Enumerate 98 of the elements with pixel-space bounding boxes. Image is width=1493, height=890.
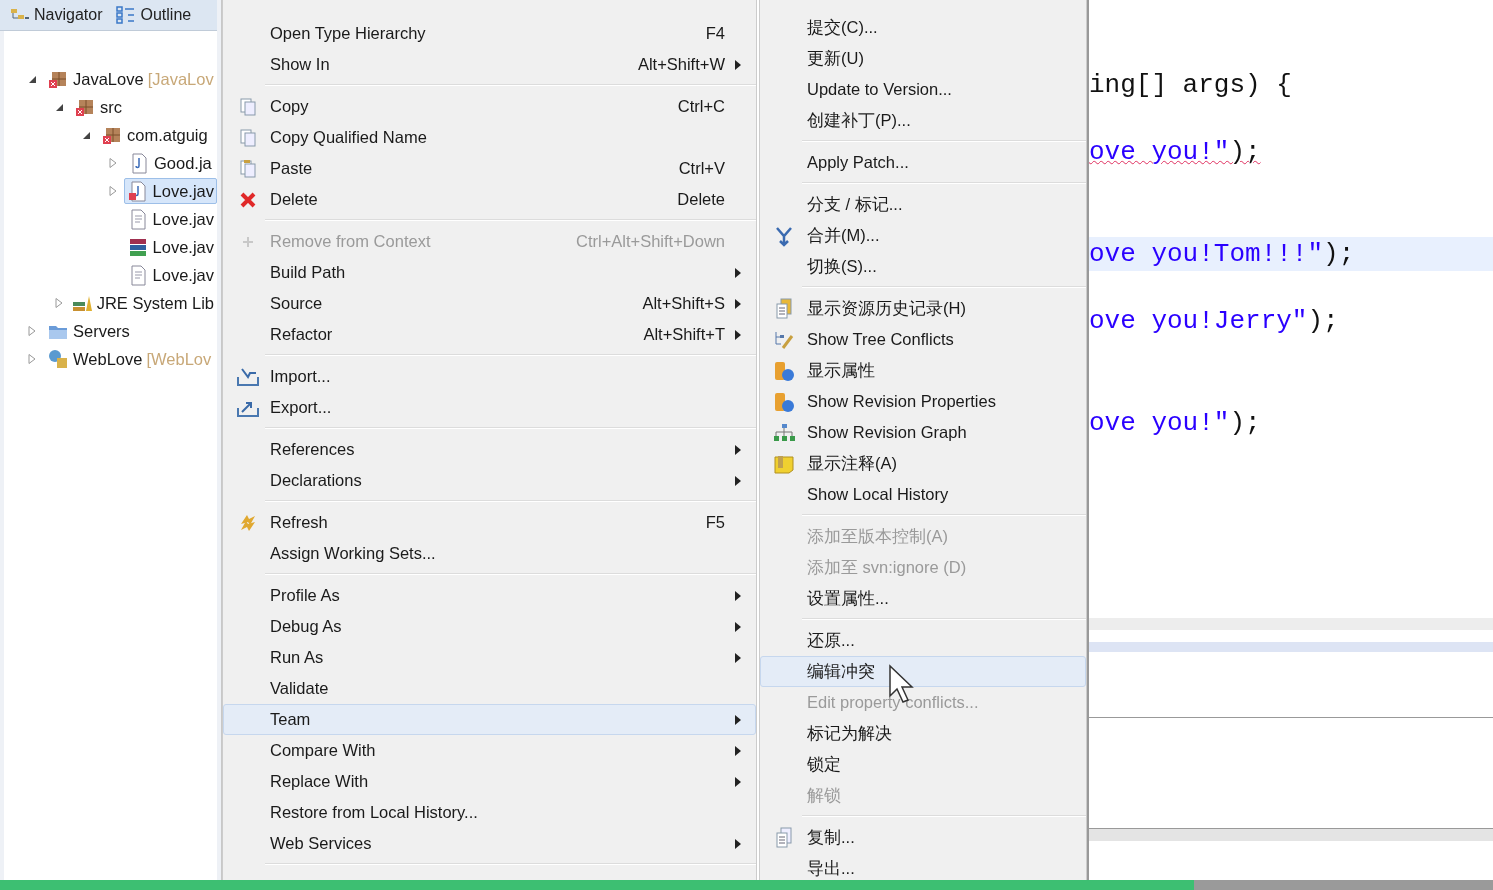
menu-item[interactable]: Open Type Hierarchy F4 (223, 18, 756, 49)
expand-arrow-icon[interactable] (53, 297, 65, 309)
menu-item[interactable]: 复制... (760, 822, 1086, 853)
menu-item[interactable]: Show Revision Graph (760, 417, 1086, 448)
submenu-arrow-icon (735, 652, 741, 663)
menu-item[interactable]: 切换(S)... (760, 251, 1086, 282)
menu-item[interactable]: Import... (223, 361, 756, 392)
paste-icon (238, 158, 258, 179)
horizontal-scrollbar[interactable] (1089, 618, 1493, 630)
code-line: ove you!"); (1089, 137, 1261, 168)
tree-item[interactable]: Love.jav (123, 234, 217, 260)
menu-item[interactable]: 显示注释(A) (760, 448, 1086, 479)
submenu-arrow-icon (735, 621, 741, 632)
view-tab[interactable]: Outline (114, 4, 194, 26)
tree-item[interactable]: com.atguig (98, 122, 211, 148)
submenu-arrow-icon (735, 838, 741, 849)
menu-item[interactable]: Copy Ctrl+C (223, 91, 756, 122)
menu-item[interactable]: Restore from Local History... (223, 797, 756, 828)
menu-item[interactable]: Debug As (223, 611, 756, 642)
submenu-arrow-icon (735, 475, 741, 486)
menu-item[interactable]: Show Revision Properties (760, 386, 1086, 417)
tree-item[interactable]: WebLove [WebLov (44, 346, 215, 372)
menu-item[interactable]: Show Tree Conflicts (760, 324, 1086, 355)
menu-item[interactable]: 提交(C)... (760, 12, 1086, 43)
menu-item[interactable]: Profile As (223, 580, 756, 611)
menu-item[interactable]: Build Path (223, 257, 756, 288)
submenu-arrow-icon (735, 329, 741, 340)
menu-item[interactable]: 还原... (760, 625, 1086, 656)
menu-item[interactable]: 设置属性... (760, 583, 1086, 614)
tree-item[interactable]: Love.jav (123, 206, 217, 232)
code-line: ove you!Tom!!!"); (1089, 238, 1355, 269)
panel-scrollbar[interactable] (1089, 828, 1493, 841)
menu-item[interactable]: Refactor Alt+Shift+T (223, 319, 756, 350)
menu-item[interactable]: Run As (223, 642, 756, 673)
menu-item[interactable]: 显示属性 (760, 355, 1086, 386)
menu-item[interactable]: 显示资源历史记录(H) (760, 293, 1086, 324)
expand-arrow-icon[interactable] (26, 353, 38, 365)
import-icon (236, 366, 260, 387)
code-line: ing[] args) { (1089, 69, 1292, 100)
copy-icon (774, 826, 794, 849)
menu-item[interactable]: 分支 / 标记... (760, 189, 1086, 220)
submenu-arrow-icon (735, 59, 741, 70)
code-line: ove you!Jerry"); (1089, 306, 1339, 337)
menu-item[interactable]: Validate (223, 673, 756, 704)
menu-item[interactable]: Assign Working Sets... (223, 538, 756, 569)
menu-item[interactable]: 锁定 (760, 749, 1086, 780)
tree-item[interactable]: Love.jav (123, 262, 217, 288)
submenu-arrow-icon (735, 590, 741, 601)
menu-item[interactable]: 创建补丁(P)... (760, 105, 1086, 136)
menu-item[interactable]: Replace With (223, 766, 756, 797)
tree-item[interactable]: Servers (44, 318, 133, 344)
menu-item[interactable]: 合并(M)... (760, 220, 1086, 251)
graph-icon (773, 422, 795, 443)
tree-item[interactable]: Love.jav (123, 178, 217, 204)
code-line: ove you!"); (1089, 407, 1261, 438)
menu-item[interactable]: Apply Patch... (760, 147, 1086, 178)
expand-arrow-icon[interactable] (26, 325, 38, 337)
menu-item[interactable]: 导出... (760, 853, 1086, 884)
menu-item[interactable]: References (223, 434, 756, 465)
outline-icon (116, 6, 137, 24)
tree-item[interactable]: JavaLove [JavaLov (44, 66, 217, 92)
menu-item[interactable]: Paste Ctrl+V (223, 153, 756, 184)
tree-conflict-icon (773, 329, 795, 350)
view-tab[interactable]: Navigator (8, 4, 105, 26)
tree-item[interactable]: JRE System Lib (67, 290, 217, 316)
menu-item[interactable]: Team (223, 704, 756, 735)
menu-item[interactable]: Compare With (223, 735, 756, 766)
submenu-arrow-icon (735, 714, 741, 725)
properties-icon (773, 359, 795, 382)
tree-item[interactable]: src (71, 94, 125, 120)
submenu-arrow-icon (735, 745, 741, 756)
submenu-arrow-icon (735, 267, 741, 278)
submenu-arrow-icon (735, 776, 741, 787)
file-icon (126, 180, 149, 202)
properties-icon (773, 390, 795, 413)
menu-item[interactable]: 标记为解决 (760, 718, 1086, 749)
menu-item[interactable]: Declarations (223, 465, 756, 496)
submenu-arrow-icon (735, 298, 741, 309)
menu-item[interactable]: Delete Delete (223, 184, 756, 215)
menu-item[interactable]: Export... (223, 392, 756, 423)
submenu-arrow-icon (735, 444, 741, 455)
annotation-icon (773, 453, 795, 474)
copy-icon (238, 127, 258, 148)
menu-item[interactable]: Source Alt+Shift+S (223, 288, 756, 319)
expand-arrow-icon[interactable] (107, 185, 119, 197)
copy-icon (238, 96, 258, 117)
tree-item[interactable]: Good.ja (125, 150, 215, 176)
expand-arrow-icon[interactable] (107, 157, 119, 169)
menu-item[interactable]: Show Local History (760, 479, 1086, 510)
menu-item[interactable]: 编辑冲突 (760, 656, 1086, 687)
menu-item[interactable]: Refresh F5 (223, 507, 756, 538)
menu-item[interactable]: Copy Qualified Name (223, 122, 756, 153)
menu-item[interactable]: Update to Version... (760, 74, 1086, 105)
menu-item[interactable]: Web Services (223, 828, 756, 859)
menu-item[interactable]: Show In Alt+Shift+W (223, 49, 756, 80)
menu-item[interactable]: 更新(U) (760, 43, 1086, 74)
history-icon (774, 297, 794, 320)
delete-icon (239, 190, 257, 209)
